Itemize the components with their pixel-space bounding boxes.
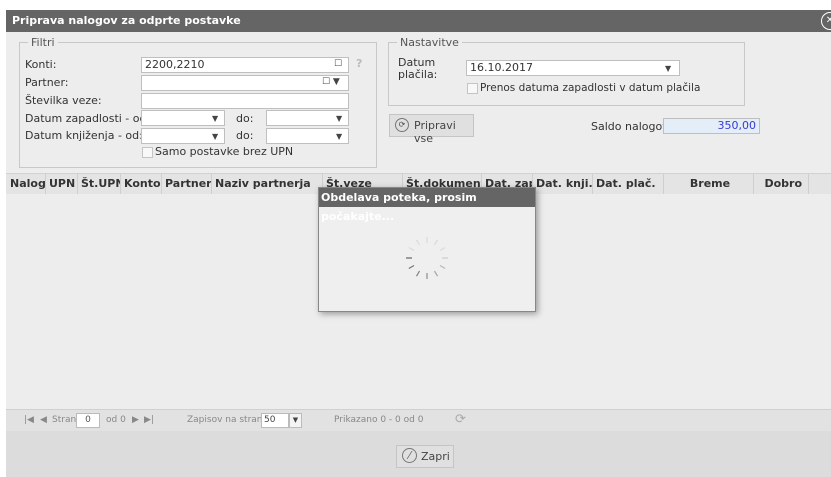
col-upn[interactable]: UPN <box>46 174 78 194</box>
saldo-label: Saldo nalogov: <box>591 120 672 133</box>
stevilka-veze-label: Številka veze: <box>25 94 102 107</box>
chevron-down-icon[interactable]: ▼ <box>212 132 218 141</box>
loading-modal: Obdelava poteka, prosim počakajte... <box>318 187 536 312</box>
stevilka-veze-input[interactable] <box>141 93 349 109</box>
konti-label: Konti: <box>25 58 57 71</box>
col-konto[interactable]: Konto <box>121 174 162 194</box>
datum-knjizenja-label: Datum knjiženja - od: <box>25 129 143 142</box>
konti-input[interactable]: 2200,2210 <box>141 57 349 73</box>
col-dat-knji[interactable]: Dat. knji. <box>533 174 593 194</box>
close-icon[interactable]: ✕ <box>821 12 831 30</box>
cancel-icon: ⁄ <box>402 448 417 463</box>
refresh-icon: ⟳ <box>395 118 409 132</box>
datum-placila-select[interactable]: 16.10.2017 <box>466 60 680 76</box>
do-label-2: do: <box>236 129 254 142</box>
zapisov-label: Zapisov na stran: <box>187 415 266 425</box>
loading-spinner-icon <box>402 233 452 283</box>
dialog-footer: ⁄ Zapri <box>6 431 831 477</box>
partner-input[interactable] <box>141 75 349 91</box>
chevron-down-icon[interactable]: ▼ <box>212 114 218 123</box>
last-page-icon[interactable]: ▶| <box>144 415 154 425</box>
col-naziv-partnerja[interactable]: Naziv partnerja <box>212 174 323 194</box>
datum-zapadlosti-label: Datum zapadlosti - od: <box>25 112 151 125</box>
chevron-down-icon[interactable]: ▼ <box>336 132 342 141</box>
samo-brez-upn-checkbox[interactable] <box>142 147 153 158</box>
prenos-checkbox[interactable] <box>467 83 478 94</box>
partner-label: Partner: <box>25 76 69 89</box>
stran-label: Stran <box>52 415 77 425</box>
prev-page-icon[interactable]: ◀ <box>40 415 47 425</box>
prikazano-label: Prikazano 0 - 0 od 0 <box>334 415 424 425</box>
dialog-titlebar: Priprava nalogov za odprte postavke ✕ <box>6 10 831 32</box>
datum-placila-value: 16.10.2017 <box>470 61 533 74</box>
konti-picker-icon[interactable]: ☐ <box>334 59 342 69</box>
nastavitve-legend: Nastavitve <box>400 36 459 49</box>
page-input[interactable]: 0 <box>76 413 100 428</box>
next-page-icon[interactable]: ▶ <box>132 415 139 425</box>
chevron-down-icon[interactable]: ▼ <box>289 413 302 428</box>
partner-picker-icon[interactable]: ☐ ▼ <box>322 77 340 87</box>
zapri-button[interactable]: ⁄ Zapri <box>396 445 454 468</box>
first-page-icon[interactable]: |◀ <box>24 415 34 425</box>
chevron-down-icon[interactable]: ▼ <box>665 64 671 73</box>
help-icon[interactable]: ? <box>356 57 362 70</box>
samo-brez-upn-label: Samo postavke brez UPN <box>155 145 294 158</box>
col-breme[interactable]: Breme <box>664 174 754 194</box>
konti-value: 2200,2210 <box>145 58 205 71</box>
do-label: do: <box>236 112 254 125</box>
col-st-upn[interactable]: Št.UPN <box>78 174 121 194</box>
zapri-label: Zapri <box>421 450 450 463</box>
refresh-icon[interactable]: ⟳ <box>455 412 466 427</box>
datum-placila-label-2: plačila: <box>398 68 438 81</box>
filtri-legend: Filtri <box>31 36 55 49</box>
dialog-title: Priprava nalogov za odprte postavke <box>12 14 241 27</box>
col-dobro[interactable]: Dobro <box>754 174 809 194</box>
col-partner[interactable]: Partner <box>162 174 212 194</box>
col-nalog[interactable]: Nalog <box>6 174 46 194</box>
loading-modal-title: Obdelava poteka, prosim počakajte... <box>319 188 535 223</box>
of-label: od 0 <box>106 415 126 425</box>
saldo-value: 350,00 <box>663 118 760 134</box>
per-page-select[interactable]: 50 <box>261 413 289 428</box>
pripravi-vse-label: Pripravi vse <box>414 119 456 145</box>
pager-toolbar: |◀ ◀ Stran 0 od 0 ▶ ▶| Zapisov na stran:… <box>6 409 831 432</box>
col-dat-plac[interactable]: Dat. plač. <box>593 174 664 194</box>
pripravi-vse-button[interactable]: ⟳ Pripravi vse <box>389 114 474 145</box>
chevron-down-icon[interactable]: ▼ <box>336 114 342 123</box>
prenos-label: Prenos datuma zapadlosti v datum plačila <box>480 82 701 94</box>
